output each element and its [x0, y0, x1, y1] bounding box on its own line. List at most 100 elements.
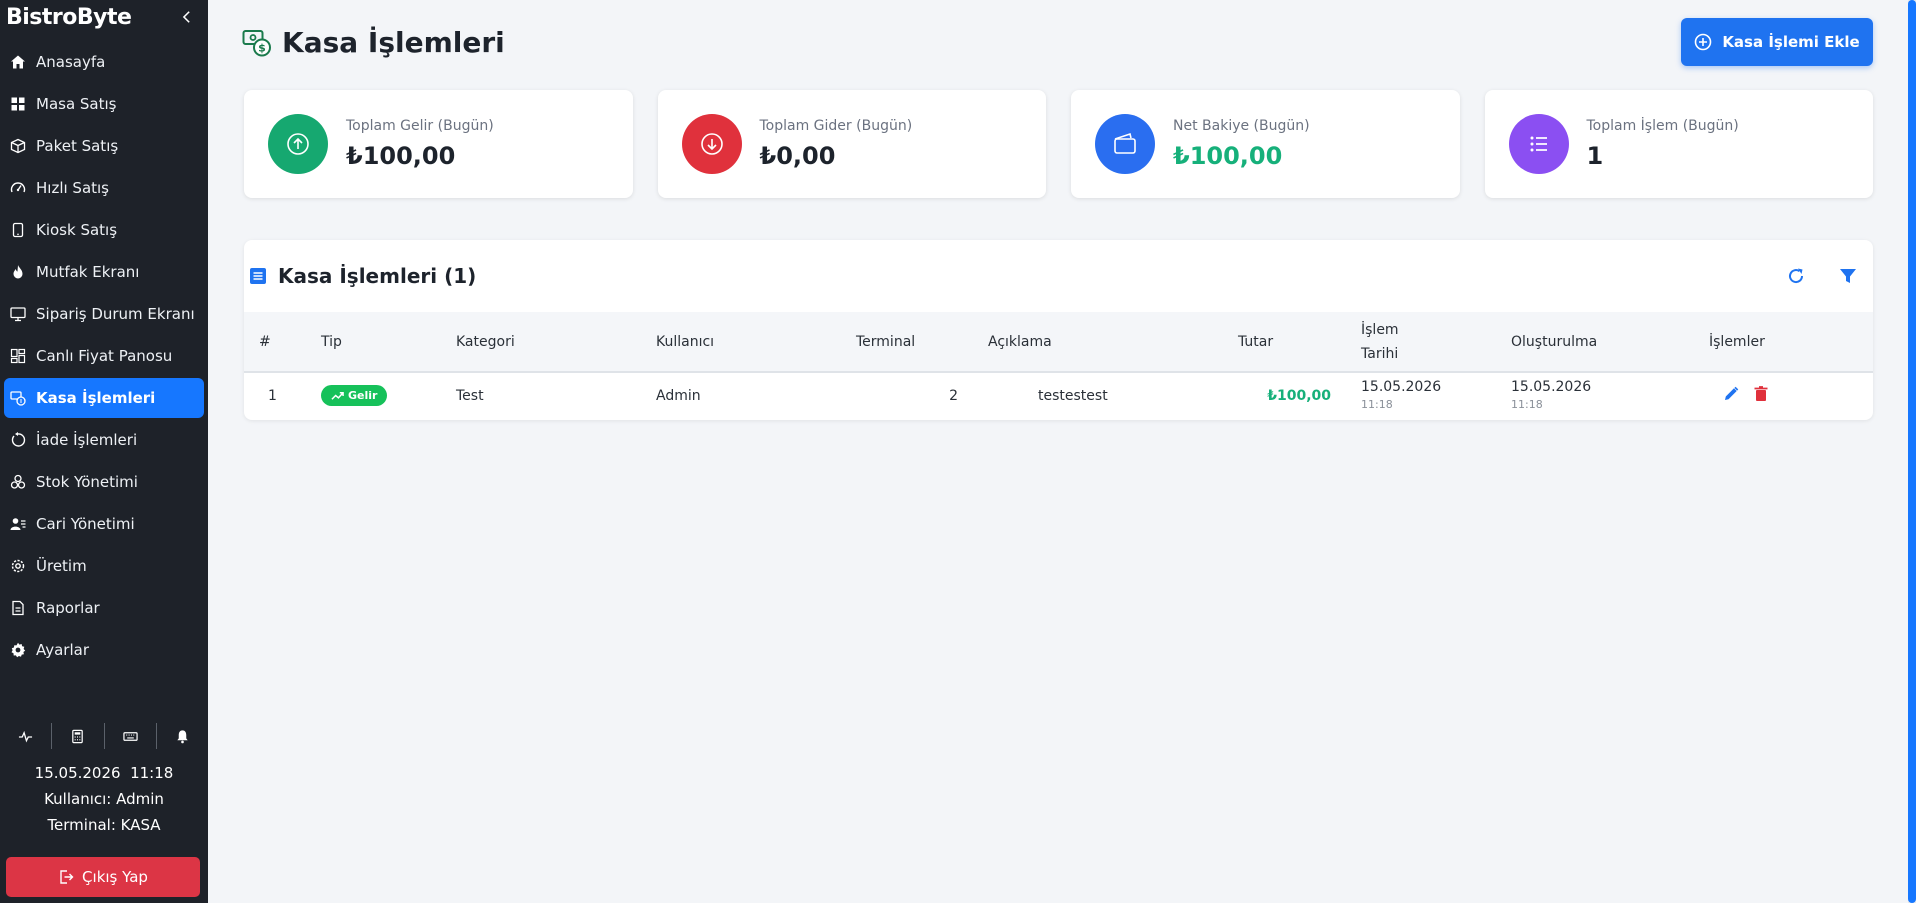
stat-value: 1	[1586, 142, 1604, 170]
sidebar-item-label: Masa Satış	[36, 95, 117, 113]
sidebar-item-label: Paket Satış	[36, 137, 119, 155]
col-actions: İşlemler	[1694, 312, 1873, 373]
sidebar-toolbar	[0, 716, 208, 756]
col-type: Tip	[306, 312, 441, 373]
stat-card-net-balance: Net Bakiye (Bugün) ₺100,00	[1071, 90, 1460, 198]
sidebar-item-hizli-satis[interactable]: Hızlı Satış	[4, 168, 204, 208]
cell-actions	[1694, 372, 1873, 418]
sidebar: BistroByte Anasayfa Masa Satış Paket Sat…	[0, 0, 208, 903]
stat-card-income: Toplam Gelir (Bugün) ₺100,00	[244, 90, 633, 198]
sidebar-item-anasayfa[interactable]: Anasayfa	[4, 42, 204, 82]
cell-num: 1	[268, 387, 277, 404]
refresh-button[interactable]	[1785, 265, 1807, 287]
sidebar-item-stok-yonetimi[interactable]: Stok Yönetimi	[4, 462, 204, 502]
table-row: 1 Gelir Test Admin 2 testestest ₺100,00 …	[244, 372, 1873, 418]
cell-transaction-date: 15.05.2026 11:18	[1346, 372, 1496, 418]
gear-icon	[10, 558, 26, 574]
card-header: Kasa İşlemleri (1)	[244, 240, 1873, 312]
col-category: Kategori	[441, 312, 641, 373]
notifications-button[interactable]	[157, 723, 208, 749]
time-value: 11:18	[1511, 397, 1543, 411]
sidebar-item-iade-islemleri[interactable]: İade İşlemleri	[4, 420, 204, 460]
refresh-icon	[1789, 268, 1804, 284]
bell-icon	[177, 729, 188, 743]
sidebar-item-uretim[interactable]: Üretim	[4, 546, 204, 586]
edit-button[interactable]	[1722, 385, 1740, 407]
scrollbar-thumb[interactable]	[1908, 0, 1916, 903]
filter-icon	[1840, 269, 1856, 283]
sidebar-item-label: Raporlar	[36, 599, 100, 617]
current-user: Kullanıcı: Admin	[44, 790, 164, 808]
balance-indicator	[1095, 114, 1155, 174]
delete-button[interactable]	[1752, 385, 1770, 407]
card-actions	[1785, 265, 1859, 287]
sidebar-item-label: Mutfak Ekranı	[36, 263, 140, 281]
sidebar-item-kasa-islemleri[interactable]: Kasa İşlemleri	[4, 378, 204, 418]
trend-up-icon	[331, 391, 344, 400]
sidebar-item-siparis-durum-ekrani[interactable]: Sipariş Durum Ekranı	[4, 294, 204, 334]
sidebar-item-label: Kiosk Satış	[36, 221, 118, 239]
calculator-button[interactable]	[52, 723, 105, 749]
cell-terminal: 2	[949, 387, 958, 404]
svg-text:$: $	[258, 41, 266, 54]
keyboard-icon	[122, 731, 138, 741]
sidebar-item-mutfak-ekrani[interactable]: Mutfak Ekranı	[4, 252, 204, 292]
date-value: 15.05.2026	[1361, 378, 1442, 395]
sidebar-item-raporlar[interactable]: Raporlar	[4, 588, 204, 628]
sidebar-item-label: Ayarlar	[36, 641, 90, 659]
sidebar-nav: Anasayfa Masa Satış Paket Satış Hızlı Sa…	[0, 40, 208, 672]
add-button-label: Kasa İşlemi Ekle	[1722, 33, 1860, 51]
wallet-icon	[1114, 132, 1136, 154]
sidebar-item-cari-yonetimi[interactable]: Cari Yönetimi	[4, 504, 204, 544]
badge-label: Gelir	[348, 389, 378, 402]
sidebar-item-label: Anasayfa	[36, 53, 106, 71]
cell-amount: ₺100,00	[1267, 387, 1331, 404]
col-num: #	[244, 312, 306, 373]
col-created: Oluşturulma	[1496, 312, 1694, 373]
keyboard-button[interactable]	[105, 723, 157, 749]
box-icon	[10, 138, 26, 154]
card-title: Kasa İşlemleri (1)	[278, 264, 477, 288]
stat-label: Toplam Gelir (Bugün)	[346, 118, 494, 134]
filter-button[interactable]	[1837, 265, 1859, 287]
page-scrollbar[interactable]	[1908, 0, 1916, 903]
cash-icon	[10, 390, 26, 406]
list-box-icon	[250, 268, 266, 284]
stat-value: ₺100,00	[346, 142, 456, 170]
sidebar-item-paket-satis[interactable]: Paket Satış	[4, 126, 204, 166]
col-amount: Tutar	[1223, 312, 1346, 373]
stat-card-total-transactions: Toplam İşlem (Bugün) 1	[1484, 90, 1873, 198]
activity-button[interactable]	[0, 723, 53, 749]
user-card-icon	[10, 516, 26, 532]
add-cash-transaction-button[interactable]: Kasa İşlemi Ekle	[1681, 18, 1873, 66]
home-icon	[10, 54, 26, 70]
main-content: $ Kasa İşlemleri Kasa İşlemi Ekle Toplam…	[208, 0, 1908, 903]
col-transaction-date: İşlem Tarihi	[1346, 312, 1496, 373]
plus-circle-icon	[1695, 33, 1712, 51]
brand-name: BistroByte	[6, 4, 132, 30]
sidebar-item-canli-fiyat-panosu[interactable]: Canlı Fiyat Panosu	[4, 336, 204, 376]
sidebar-collapse-button[interactable]	[178, 8, 196, 26]
session-info: 15.05.2026 11:18 Kullanıcı: Admin Termin…	[0, 760, 208, 838]
stat-label: Net Bakiye (Bugün)	[1173, 118, 1310, 134]
sidebar-item-ayarlar[interactable]: Ayarlar	[4, 630, 204, 670]
boxes-icon	[10, 474, 26, 490]
income-badge: Gelir	[321, 385, 388, 406]
sidebar-item-label: Cari Yönetimi	[36, 515, 135, 533]
sidebar-item-kiosk-satis[interactable]: Kiosk Satış	[4, 210, 204, 250]
cash-register-icon: $	[242, 29, 271, 56]
stat-value: ₺0,00	[759, 142, 836, 170]
sidebar-item-label: İade İşlemleri	[36, 431, 138, 449]
sidebar-item-masa-satis[interactable]: Masa Satış	[4, 84, 204, 124]
time-value: 11:18	[1361, 397, 1393, 411]
activity-icon	[19, 730, 33, 743]
list-icon	[1530, 136, 1547, 152]
logout-button[interactable]: Çıkış Yap	[6, 857, 200, 897]
date-value: 15.05.2026	[1511, 378, 1592, 395]
calculator-icon	[72, 729, 84, 743]
cell-created: 15.05.2026 11:18	[1496, 372, 1694, 418]
col-date-line1: İşlem	[1361, 321, 1399, 338]
refund-icon	[10, 432, 26, 448]
sidebar-item-label: Sipariş Durum Ekranı	[36, 305, 195, 323]
report-icon	[10, 600, 26, 616]
